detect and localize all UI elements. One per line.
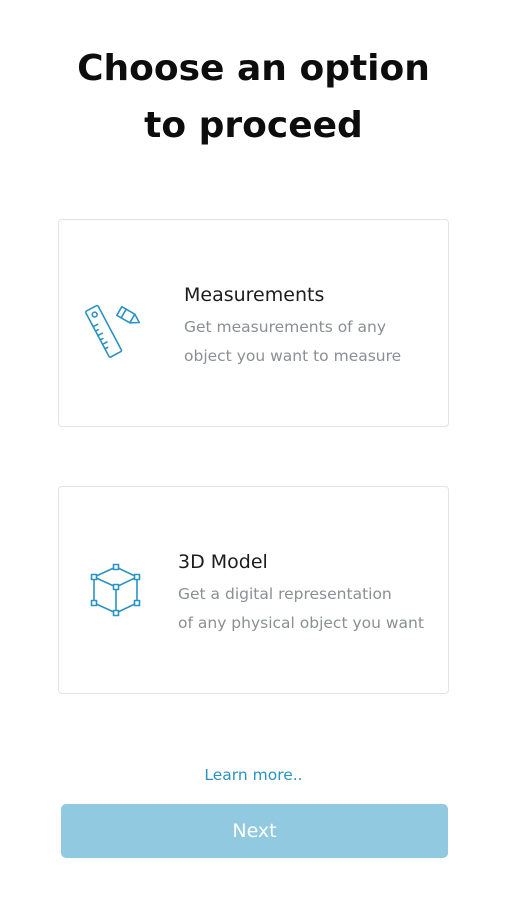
option-description-line-2: of any physical object you want	[178, 614, 424, 632]
option-title: 3D Model	[178, 551, 268, 573]
page-title: Choose an option to proceed	[0, 40, 507, 154]
option-description: Get measurements of any object you want …	[184, 313, 401, 371]
ruler-pencil-icon	[81, 292, 153, 364]
page-title-line-1: Choose an option	[77, 48, 430, 89]
option-card-measurements[interactable]: Measurements Get measurements of any obj…	[58, 219, 449, 427]
option-text-measurements: Measurements Get measurements of any obj…	[184, 282, 401, 371]
option-description-line-1: Get measurements of any	[184, 318, 387, 336]
cube-3d-icon	[81, 555, 153, 627]
option-title: Measurements	[184, 284, 325, 306]
option-text-3d-model: 3D Model Get a digital representation of…	[178, 549, 424, 638]
option-card-3d-model[interactable]: 3D Model Get a digital representation of…	[58, 486, 449, 694]
option-description-line-2: object you want to measure	[184, 347, 402, 365]
option-description: Get a digital representation of any phys…	[178, 580, 424, 638]
learn-more-link[interactable]: Learn more..	[0, 764, 507, 786]
page-title-line-2: to proceed	[144, 105, 363, 146]
next-button[interactable]: Next	[61, 804, 448, 858]
option-description-line-1: Get a digital representation	[178, 585, 392, 603]
